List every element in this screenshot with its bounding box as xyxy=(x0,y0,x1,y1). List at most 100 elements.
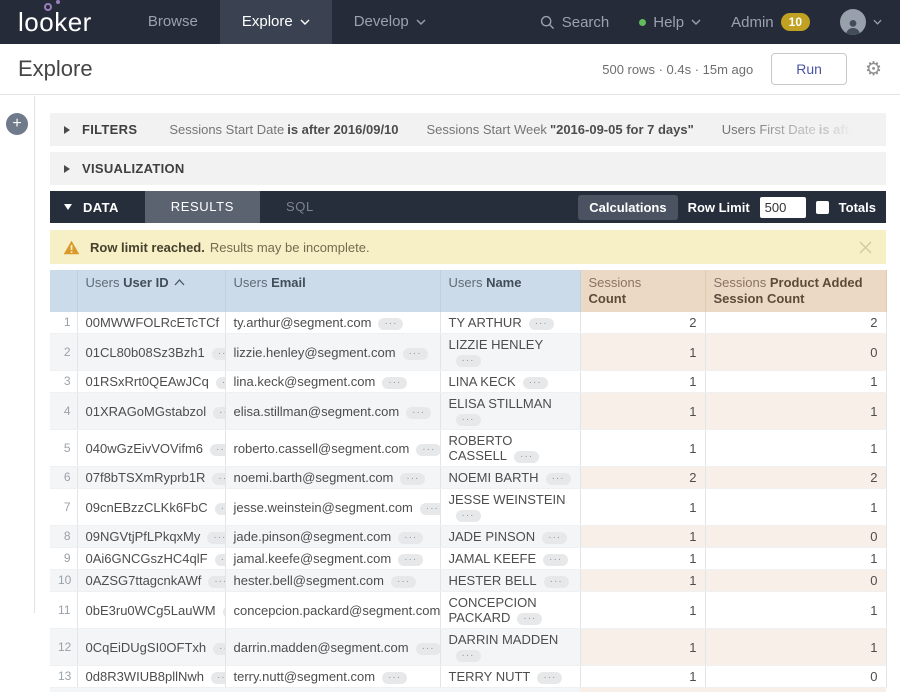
cell-email[interactable]: elisa.stillman@segment.com··· xyxy=(225,393,440,430)
cell-value[interactable]: DARRIN MADDEN xyxy=(449,632,559,647)
cell-sessions-count[interactable]: 1 xyxy=(580,393,705,430)
cell-email[interactable]: lizzie.henley@segment.com ··· xyxy=(225,334,440,371)
cell-email[interactable]: lina.keck@segment.com··· xyxy=(225,371,440,393)
cell-email[interactable]: terry.nutt@segment.com··· xyxy=(225,666,440,688)
column-header-users-name[interactable]: Users Name xyxy=(440,270,580,312)
ellipsis-icon[interactable]: ··· xyxy=(514,451,539,463)
cell-sessions-count[interactable]: 1 xyxy=(580,489,705,526)
cell-email[interactable]: jamal.keefe@segment.com··· xyxy=(225,548,440,570)
ellipsis-icon[interactable]: ··· xyxy=(378,318,403,330)
cell-value[interactable]: JAMAL KEEFE xyxy=(449,551,537,566)
cell-sessions-count[interactable]: 1 xyxy=(580,629,705,666)
ellipsis-icon[interactable]: ··· xyxy=(212,348,225,360)
cell-product-added-session-count[interactable]: 1 xyxy=(705,592,886,629)
cell-value[interactable]: LINA KECK xyxy=(449,374,516,389)
cell-value[interactable]: LIZZIE HENLEY xyxy=(449,337,544,352)
ellipsis-icon[interactable]: ··· xyxy=(400,473,425,485)
cell-value[interactable]: 01CL80b08Sz3Bzh1 xyxy=(86,345,205,360)
cell-name[interactable]: JAMAL KEEFE··· xyxy=(440,548,580,570)
ellipsis-icon[interactable]: ··· xyxy=(523,377,548,389)
search-button[interactable]: Search xyxy=(540,14,610,31)
cell-name[interactable]: CONCEPCION PACKARD··· xyxy=(440,592,580,629)
ellipsis-icon[interactable]: ··· xyxy=(398,554,423,566)
calculations-button[interactable]: Calculations xyxy=(578,195,677,220)
nav-item-explore[interactable]: Explore xyxy=(220,0,332,44)
cell-product-added-session-count[interactable]: 2 xyxy=(705,312,886,334)
ellipsis-icon[interactable]: ··· xyxy=(537,672,562,684)
cell-user-id[interactable]: 01CL80b08Sz3Bzh1 ··· xyxy=(77,334,225,371)
cell-name[interactable]: HESTER BELL··· xyxy=(440,570,580,592)
cell-product-added-session-count[interactable]: 0 xyxy=(705,666,886,688)
ellipsis-icon[interactable]: ··· xyxy=(456,510,481,522)
cell-value[interactable]: lizzie.henley@segment.com xyxy=(234,345,396,360)
ellipsis-icon[interactable]: ··· xyxy=(403,348,428,360)
cell-product-added-session-count[interactable]: 1 xyxy=(705,629,886,666)
cell-name[interactable]: DARRIN MADDEN··· xyxy=(440,629,580,666)
cell-sessions-count[interactable]: 1 xyxy=(580,666,705,688)
cell-product-added-session-count[interactable]: 1 xyxy=(705,371,886,393)
cell-name[interactable]: LINA KECK ··· xyxy=(440,371,580,393)
cell-value[interactable]: 0CqEiDUgSI0OFTxh xyxy=(86,640,207,655)
cell-value[interactable]: 0AZSG7ttagcnkAWf xyxy=(86,573,202,588)
cell-name[interactable]: JESSE WEINSTEIN ··· xyxy=(440,489,580,526)
cell-email[interactable]: hester.bell@segment.com··· xyxy=(225,570,440,592)
cell-value[interactable]: 0Ai6GNCGszHC4qlF xyxy=(86,551,208,566)
ellipsis-icon[interactable]: ··· xyxy=(211,672,225,684)
cell-product-added-session-count[interactable]: 0 xyxy=(705,526,886,548)
cell-name[interactable]: TY ARTHUR··· xyxy=(440,312,580,334)
ellipsis-icon[interactable]: ··· xyxy=(546,473,571,485)
cell-email[interactable]: ty.arthur@segment.com··· xyxy=(225,312,440,334)
cell-value[interactable]: 00MWWFOLRcETcTCf xyxy=(86,315,220,330)
ellipsis-icon[interactable]: ··· xyxy=(456,355,481,367)
run-button[interactable]: Run xyxy=(771,53,847,85)
totals-checkbox[interactable] xyxy=(816,201,829,214)
ellipsis-icon[interactable]: ··· xyxy=(542,532,567,544)
cell-value[interactable]: hester.bell@segment.com xyxy=(234,573,385,588)
cell-value[interactable]: 040wGzEivVOVifm6 xyxy=(86,441,204,456)
cell-email[interactable]: jade.pinson@segment.com ··· xyxy=(225,526,440,548)
ellipsis-icon[interactable]: ··· xyxy=(398,532,423,544)
cell-value[interactable]: terry.nutt@segment.com xyxy=(234,669,376,684)
cell-product-added-session-count[interactable]: 1 xyxy=(705,430,886,467)
cell-user-id[interactable]: 09NGVtjPfLPkqxMy··· xyxy=(77,526,225,548)
data-section-toggle[interactable]: DATA xyxy=(50,200,145,215)
cell-value[interactable]: 09cnEBzzCLKk6FbC xyxy=(86,500,208,515)
ellipsis-icon[interactable]: ··· xyxy=(215,503,225,515)
cell-user-id[interactable]: 0CqEiDUgSI0OFTxh ··· xyxy=(77,629,225,666)
ellipsis-icon[interactable]: ··· xyxy=(213,643,225,655)
cell-value[interactable]: concepcion.packard@segment.com xyxy=(234,603,441,618)
cell-sessions-count[interactable]: 1 xyxy=(580,526,705,548)
admin-menu[interactable]: Admin 10 xyxy=(731,13,810,31)
cell-value[interactable]: jade.pinson@segment.com xyxy=(234,529,392,544)
cell-sessions-count[interactable]: 2 xyxy=(580,312,705,334)
ellipsis-icon[interactable]: ··· xyxy=(215,554,225,566)
cell-email[interactable]: roberto.cassell@segment.com··· xyxy=(225,430,440,467)
filters-section-bar[interactable]: FILTERS Sessions Start Dateis after 2016… xyxy=(50,113,886,146)
cell-name[interactable]: ROBERTO CASSELL··· xyxy=(440,430,580,467)
cell-name[interactable]: JADE PINSON··· xyxy=(440,526,580,548)
ellipsis-icon[interactable]: ··· xyxy=(416,444,440,456)
cell-value[interactable]: jesse.weinstein@segment.com xyxy=(234,500,413,515)
cell-name[interactable]: LIZZIE HENLEY ··· xyxy=(440,334,580,371)
row-limit-input[interactable] xyxy=(760,197,806,218)
cell-name[interactable]: ELISA STILLMAN··· xyxy=(440,393,580,430)
cell-email[interactable]: jesse.weinstein@segment.com··· xyxy=(225,489,440,526)
cell-product-added-session-count[interactable]: 1 xyxy=(705,489,886,526)
cell-value[interactable]: ELISA STILLMAN xyxy=(449,396,552,411)
cell-user-id[interactable]: 07f8bTSXmRyprb1R··· xyxy=(77,467,225,489)
cell-sessions-count[interactable]: 1 xyxy=(580,548,705,570)
cell-value[interactable]: 01RSxRrt0QEAwJCq xyxy=(86,374,209,389)
nav-item-browse[interactable]: Browse xyxy=(126,0,220,44)
ellipsis-icon[interactable]: ··· xyxy=(210,444,225,456)
cell-value[interactable]: JESSE WEINSTEIN xyxy=(449,492,566,507)
tab-sql[interactable]: SQL xyxy=(260,191,340,223)
cell-value[interactable]: darrin.madden@segment.com xyxy=(234,640,409,655)
column-header-users-email[interactable]: Users Email xyxy=(225,270,440,312)
cell-value[interactable]: ROBERTO CASSELL xyxy=(449,433,513,463)
cell-user-id[interactable]: 01RSxRrt0QEAwJCq··· xyxy=(77,371,225,393)
close-icon[interactable] xyxy=(858,240,873,255)
cell-user-id[interactable]: 0bE3ru0WCg5LauWM··· xyxy=(77,592,225,629)
cell-user-id[interactable]: 0AZSG7ttagcnkAWf··· xyxy=(77,570,225,592)
cell-product-added-session-count[interactable]: 1 xyxy=(705,393,886,430)
cell-user-id[interactable]: 0d8R3WIUB8pllNwh··· xyxy=(77,666,225,688)
